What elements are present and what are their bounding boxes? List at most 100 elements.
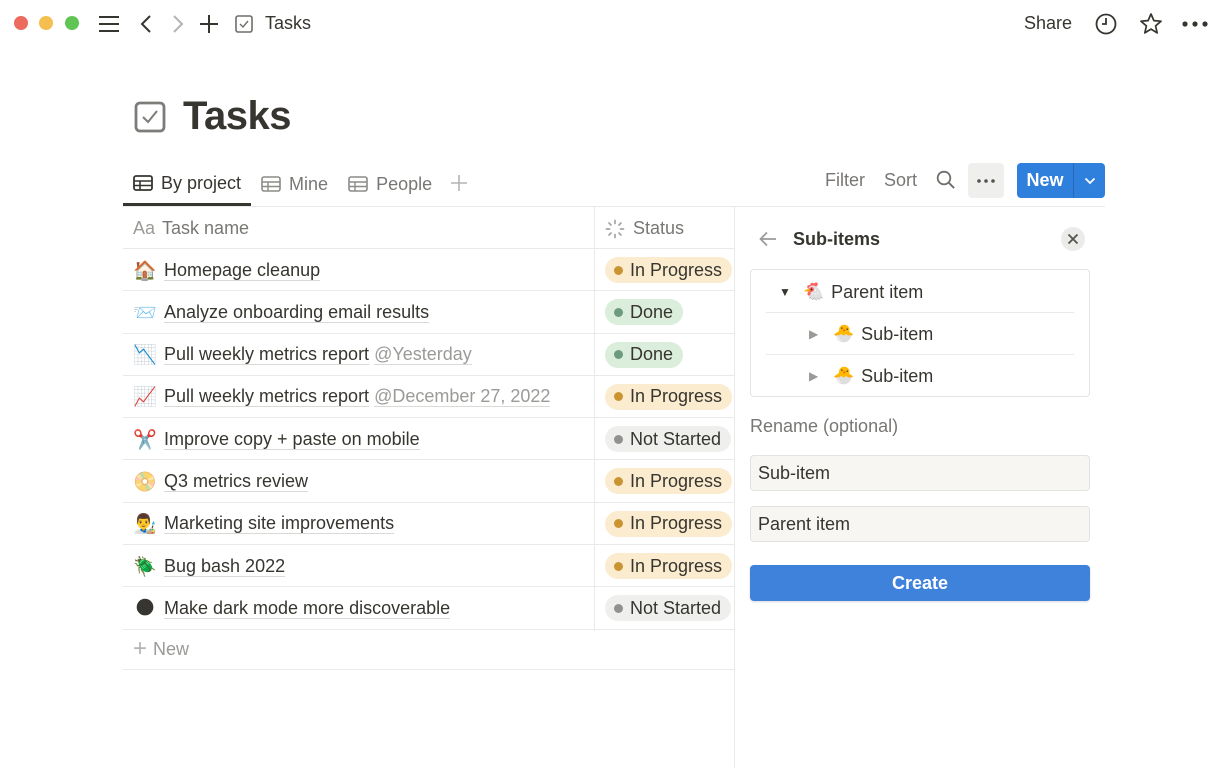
status-cell[interactable]: In Progress (605, 249, 734, 291)
ellipsis-icon[interactable] (1181, 12, 1209, 36)
task-name-cell[interactable]: 📨 Analyze onboarding email results (133, 291, 430, 333)
task-name-cell[interactable]: 🌑 Make dark mode more discoverable (133, 587, 451, 629)
new-dropdown-button[interactable] (1074, 163, 1105, 198)
task-name-cell[interactable]: 📈 Pull weekly metrics report @December 27,… (133, 376, 551, 418)
status-cell[interactable]: In Progress (605, 503, 734, 545)
task-title[interactable]: Marketing site improvements (164, 513, 395, 535)
more-options-button[interactable] (968, 163, 1004, 198)
minimize-window-button[interactable] (39, 16, 53, 30)
star-icon[interactable] (1139, 12, 1163, 36)
sort-button[interactable]: Sort (884, 170, 917, 206)
status-label: In Progress (630, 386, 723, 407)
plus-icon: + (133, 635, 148, 663)
task-title[interactable]: Q3 metrics review (164, 471, 309, 492)
close-window-button[interactable] (14, 16, 28, 30)
table-body: 🏠 Homepage cleanup In Progress 📨 Analyze onb… (123, 249, 734, 630)
column-label: Task name (162, 218, 250, 238)
tree-item-child[interactable]: ▶ 🐣 Sub-item (809, 313, 933, 355)
status-dot-icon (614, 603, 623, 613)
close-icon (1067, 233, 1079, 245)
sub-items-tree: ▼ 🐔 Parent item ▶ 🐣 Sub-item ▶ 🐣 Sub-ite… (750, 269, 1090, 397)
status-cell[interactable]: In Progress (605, 460, 734, 502)
search-icon[interactable] (936, 170, 958, 192)
task-name-cell[interactable]: 🪲 Bug bash 2022 (133, 545, 286, 587)
maximize-window-button[interactable] (65, 16, 79, 30)
table-row[interactable]: 📉 Pull weekly metrics report @Yesterday Don… (123, 334, 734, 376)
plus-icon[interactable] (198, 12, 220, 36)
tab-by-project[interactable]: By project (123, 163, 252, 206)
chevron-down-icon (1084, 177, 1095, 184)
chevron-left-icon[interactable] (136, 12, 156, 36)
window-titlebar: Tasks Share (0, 0, 1228, 48)
status-cell[interactable]: In Progress (605, 376, 734, 418)
status-cell[interactable]: Done (605, 291, 734, 333)
status-cell[interactable]: Not Started (605, 418, 734, 460)
task-title[interactable]: Homepage cleanup (164, 260, 321, 281)
table-row[interactable]: 📀 Q3 metrics review In Progress (123, 460, 734, 503)
plus-icon (451, 175, 468, 191)
tab-mine[interactable]: Mine (251, 163, 338, 205)
arrow-left-icon[interactable] (758, 229, 778, 249)
task-name-cell[interactable]: 📀 Q3 metrics review (133, 460, 309, 502)
status-cell[interactable]: Not Started (605, 587, 734, 629)
date-mention[interactable]: @December 27, 2022 (374, 386, 551, 408)
status-cell[interactable]: In Progress (605, 545, 734, 587)
table-icon (348, 176, 368, 192)
task-title[interactable]: Improve copy + paste on mobile (164, 429, 420, 450)
table-row[interactable]: ✂️ Improve copy + paste on mobile Not Star… (123, 418, 734, 461)
clock-icon[interactable] (1094, 12, 1118, 36)
table-row[interactable]: 👨‍🎨 Marketing site improvements In Progres… (123, 503, 734, 546)
table-row[interactable]: 🌑 Make dark mode more discoverable Not Sta… (123, 587, 734, 630)
triangle-down-icon[interactable]: ▼ (779, 285, 795, 299)
tab-people[interactable]: People (338, 163, 442, 205)
tree-item-label: Sub-item (861, 323, 934, 344)
rooster-emoji-icon: 🐔 (803, 282, 825, 302)
triangle-right-icon[interactable]: ▶ (809, 327, 825, 341)
triangle-right-icon[interactable]: ▶ (809, 369, 825, 383)
filter-button[interactable]: Filter (825, 170, 865, 206)
add-row-button[interactable]: + New (123, 630, 734, 670)
task-emoji-icon: 📨 (133, 301, 157, 324)
close-panel-button[interactable] (1061, 227, 1085, 251)
table-row[interactable]: 🏠 Homepage cleanup In Progress (123, 249, 734, 292)
task-title[interactable]: Analyze onboarding email results (164, 302, 430, 323)
status-label: Not Started (630, 597, 722, 618)
hatching-chick-emoji-icon: 🐣 (833, 366, 855, 386)
breadcrumb-title[interactable]: Tasks (265, 13, 311, 34)
status-cell[interactable]: Done (605, 334, 734, 376)
status-badge: In Progress (605, 383, 733, 410)
parent-item-name-input[interactable] (750, 506, 1090, 542)
task-name-cell[interactable]: 📉 Pull weekly metrics report @Yesterday (133, 334, 472, 376)
tab-label: Mine (289, 173, 329, 194)
task-name-cell[interactable]: ✂️ Improve copy + paste on mobile (133, 418, 420, 460)
task-title[interactable]: Pull weekly metrics report (164, 344, 370, 366)
task-title[interactable]: Make dark mode more discoverable (164, 598, 451, 619)
task-title[interactable]: Bug bash 2022 (164, 556, 286, 577)
task-title[interactable]: Pull weekly metrics report (164, 386, 370, 408)
chevron-right-icon[interactable] (168, 12, 188, 36)
table-row[interactable]: 📈 Pull weekly metrics report @December 27,… (123, 376, 734, 419)
checkbox-icon[interactable] (134, 101, 166, 133)
table-row[interactable]: 🪲 Bug bash 2022 In Progress (123, 545, 734, 588)
add-view-button[interactable] (442, 163, 476, 203)
task-name-cell[interactable]: 🏠 Homepage cleanup (133, 249, 321, 291)
tree-item-parent[interactable]: ▼ 🐔 Parent item (779, 271, 923, 313)
page-title[interactable]: Tasks (183, 94, 291, 139)
hamburger-icon[interactable] (97, 12, 121, 36)
tree-item-child[interactable]: ▶ 🐣 Sub-item (809, 355, 933, 397)
task-name-cell[interactable]: 👨‍🎨 Marketing site improvements (133, 503, 395, 545)
status-badge: In Progress (605, 468, 733, 495)
column-header-task-name[interactable]: Aa Task name (133, 218, 249, 239)
status-dot-icon (614, 307, 623, 317)
sub-item-name-input[interactable] (750, 455, 1090, 491)
date-mention[interactable]: @Yesterday (374, 344, 472, 366)
status-dot-icon (614, 519, 623, 529)
table-row[interactable]: 📨 Analyze onboarding email results Done (123, 291, 734, 334)
column-header-status[interactable]: Status (605, 218, 684, 239)
task-emoji-icon: 🪲 (133, 555, 157, 578)
new-button[interactable]: New (1017, 163, 1074, 198)
table-icon (133, 175, 153, 191)
view-tabs: By project Mine People (123, 163, 476, 207)
create-button[interactable]: Create (750, 565, 1090, 601)
share-button[interactable]: Share (1024, 13, 1072, 34)
